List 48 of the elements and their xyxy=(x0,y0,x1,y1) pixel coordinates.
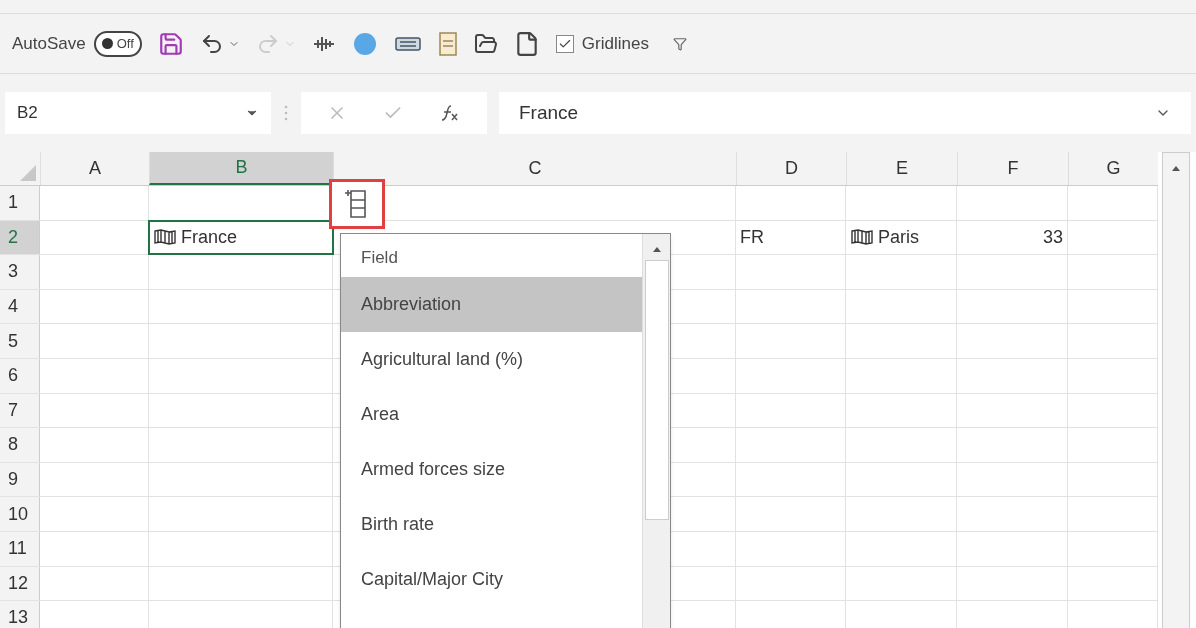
waveform-icon[interactable] xyxy=(311,34,336,53)
customize-icon[interactable] xyxy=(672,36,687,51)
dropdown-item[interactable]: Armed forces size xyxy=(341,442,642,497)
insert-data-icon[interactable] xyxy=(329,179,385,229)
name-box[interactable]: B2 xyxy=(5,92,271,134)
row-header[interactable]: 1 xyxy=(0,186,40,220)
row-header[interactable]: 3 xyxy=(0,255,40,289)
row-header[interactable]: 8 xyxy=(0,428,40,462)
column-header[interactable]: B xyxy=(149,152,333,185)
row-header[interactable]: 13 xyxy=(0,601,40,628)
map-icon xyxy=(153,229,177,246)
row-header[interactable]: 9 xyxy=(0,462,40,497)
grip-icon xyxy=(283,103,289,123)
dropdown-item[interactable]: Area xyxy=(341,387,642,442)
formula-field[interactable]: France xyxy=(499,92,1191,134)
dropdown-item[interactable]: Capital/Major City xyxy=(341,552,642,607)
autosave-label: AutoSave xyxy=(12,32,86,55)
dropdown-header: Field xyxy=(360,247,399,270)
row-header[interactable]: 11 xyxy=(0,531,40,566)
keyboard-icon[interactable] xyxy=(393,34,422,53)
autosave-toggle[interactable]: Off xyxy=(93,30,142,57)
table-cell[interactable]: 33 xyxy=(957,220,1068,255)
dropdown-item[interactable]: Abbreviation xyxy=(341,277,642,332)
folder-icon[interactable] xyxy=(473,31,498,56)
column-header[interactable]: G xyxy=(1068,152,1158,185)
table-cell[interactable]: Paris xyxy=(846,220,957,255)
column-header[interactable]: F xyxy=(957,152,1068,185)
row-header[interactable]: 2 xyxy=(0,220,40,255)
column-header[interactable]: D xyxy=(736,152,846,185)
dropdown-item[interactable]: Birth rate xyxy=(341,497,642,552)
dropdown-item[interactable]: Agricultural land (%) xyxy=(341,332,642,387)
row-header[interactable]: 6 xyxy=(0,358,40,393)
row-header[interactable]: 5 xyxy=(0,324,40,358)
scroll-thumb[interactable] xyxy=(644,260,669,520)
row-header[interactable]: 7 xyxy=(0,393,40,428)
gridlines-checkbox[interactable]: Gridlines xyxy=(555,30,649,57)
table-cell[interactable]: FR xyxy=(736,220,846,255)
dropdown-scrollbar[interactable] xyxy=(642,234,670,628)
row-header[interactable]: 12 xyxy=(0,566,40,601)
row-header[interactable]: 10 xyxy=(0,497,40,531)
table-cell[interactable]: France xyxy=(149,220,333,255)
vertical-scrollbar[interactable] xyxy=(1162,152,1190,628)
circle-icon[interactable] xyxy=(351,30,378,57)
column-header[interactable]: E xyxy=(846,152,957,185)
save-icon[interactable] xyxy=(157,30,184,57)
function-icon[interactable] xyxy=(439,103,461,123)
map-icon xyxy=(850,229,874,246)
row-header[interactable]: 4 xyxy=(0,289,40,324)
